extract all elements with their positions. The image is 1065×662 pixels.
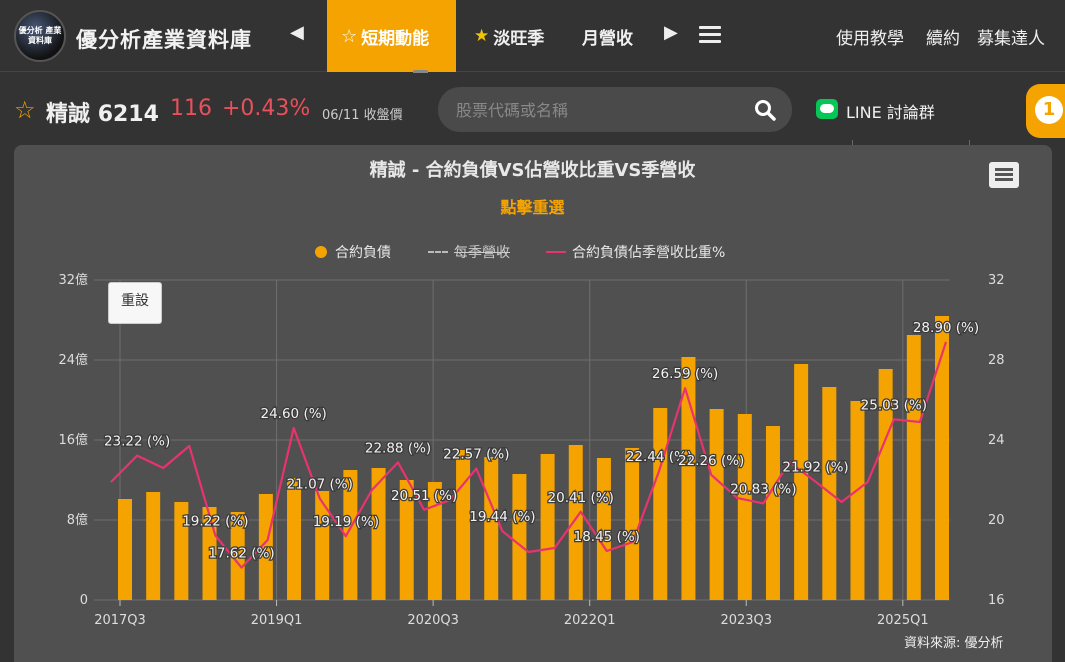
nav-left-arrow-icon[interactable]: ◀ (290, 22, 304, 43)
legend-bar-marker-icon (315, 246, 327, 258)
search-box (438, 87, 792, 132)
search-icon[interactable] (754, 99, 776, 121)
nav-item-monthly-revenue[interactable]: 月營收 (582, 0, 633, 72)
stock-name: 精誠 (46, 102, 91, 127)
site-logo[interactable]: 優分析 產業資料庫 (14, 10, 66, 62)
nav-right-arrow-icon[interactable]: ▶ (664, 22, 678, 43)
legend-label: 合約負債 (335, 245, 391, 261)
line-group-link[interactable]: LINE 討論群 (846, 99, 935, 123)
notification-count: 1 (1035, 96, 1063, 124)
legend-label: 每季營收 (454, 245, 510, 261)
legend-dashed-line-icon (428, 251, 448, 253)
favorite-star-icon[interactable]: ☆ (14, 96, 36, 124)
star-outline-icon: ☆ (341, 25, 358, 47)
nav-label: 淡旺季 (493, 28, 545, 49)
chart-title: 精誠 - 合約負債VS佔營收比重VS季營收 (369, 160, 696, 181)
search-input[interactable] (456, 98, 736, 122)
star-icon: ★ (474, 26, 490, 46)
legend-item-ratio[interactable]: 合約負債佔季營收比重% (546, 242, 725, 262)
link-tutorial[interactable]: 使用教學 (836, 24, 904, 49)
nav-label: 月營收 (582, 28, 633, 49)
link-recruit[interactable]: 募集達人 (977, 24, 1045, 49)
reset-zoom-button[interactable]: 重設 (108, 282, 162, 324)
chart-card (14, 145, 1052, 662)
stock-name-code: 精誠 6214 (46, 96, 159, 128)
data-source-label: 資料來源: 優分析 (904, 636, 1004, 651)
chart-menu-icon[interactable] (989, 162, 1019, 188)
legend-item-contract-liability[interactable]: 合約負債 (315, 242, 391, 262)
legend-label: 合約負債佔季營收比重% (572, 245, 726, 261)
chart-reselect-link[interactable]: 點擊重選 (0, 194, 1065, 218)
stock-price: 116 (170, 96, 212, 121)
top-navigation-bar: 優分析 產業資料庫 優分析產業資料庫 ◀ ☆ 短期動能 ★ 淡旺季 月營收 ▶ 使用… (0, 0, 1065, 75)
stock-date: 06/11 收盤價 (322, 108, 403, 123)
nav-item-short-term-momentum[interactable]: ☆ 短期動能 (327, 0, 456, 72)
line-app-icon[interactable] (816, 99, 838, 119)
legend-item-quarterly-revenue[interactable]: 每季營收 (428, 242, 510, 262)
notification-badge[interactable]: 1 (1026, 84, 1065, 138)
site-title[interactable]: 優分析產業資料庫 (76, 24, 252, 54)
nav-label: 短期動能 (361, 28, 430, 49)
stock-change: +0.43% (222, 96, 311, 121)
logo-text: 優分析 產業資料庫 (18, 26, 62, 45)
menu-icon[interactable] (699, 26, 721, 44)
link-renew[interactable]: 續約 (926, 24, 960, 49)
nav-item-seasonality[interactable]: ★ 淡旺季 (474, 0, 544, 72)
stock-code: 6214 (97, 102, 159, 127)
legend-line-icon (546, 251, 566, 253)
